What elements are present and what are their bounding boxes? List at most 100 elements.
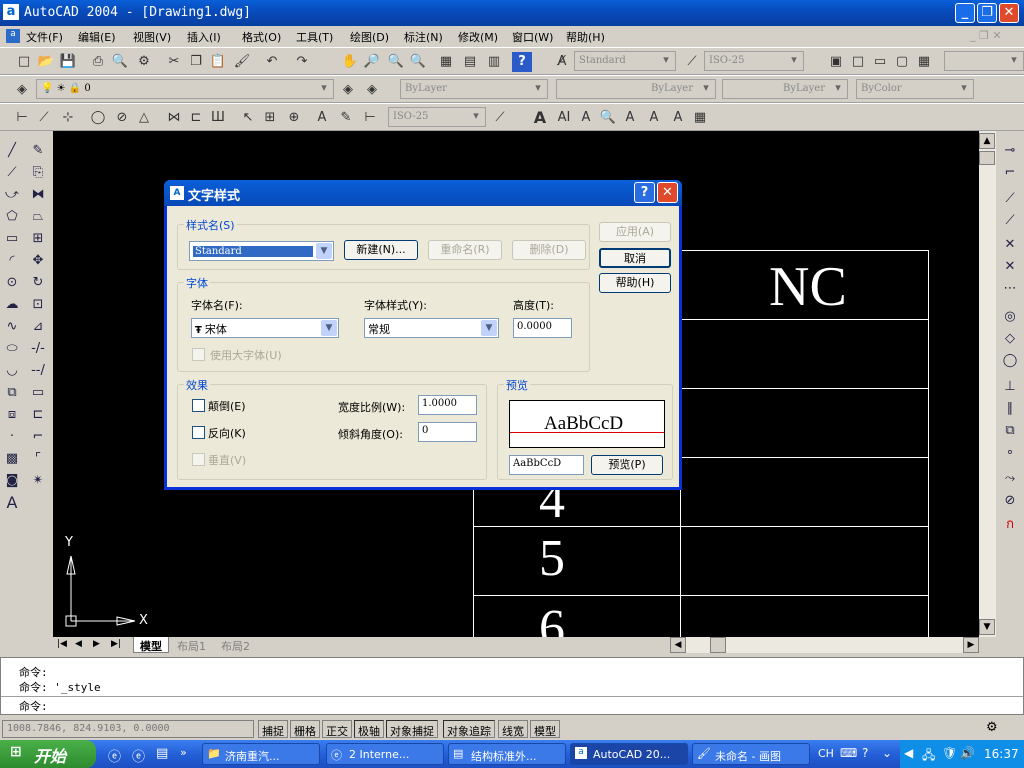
single-line-text-icon[interactable]: AI <box>554 108 574 128</box>
new-style-button[interactable]: 新建(N)... <box>344 240 418 260</box>
bigfont-checkbox[interactable] <box>192 348 205 361</box>
apply-button[interactable]: 应用(A) <box>599 222 671 242</box>
linetype-combo[interactable]: ByLayer <box>556 79 716 99</box>
copy-icon[interactable]: ❐ <box>186 52 206 72</box>
command-window[interactable]: 命令: 命令: '_style 命令: <box>0 657 1024 715</box>
security-shield-icon[interactable]: 🛡 <box>942 746 957 760</box>
explode-icon[interactable]: ✴ <box>28 471 48 491</box>
quick-dim-icon[interactable]: ⋈ <box>164 108 184 128</box>
scroll-thumb[interactable] <box>979 151 995 165</box>
close-button[interactable]: ✕ <box>999 3 1019 23</box>
make-current-layer-icon[interactable]: ◈ <box>338 80 358 100</box>
polygon-viewport-icon[interactable]: ▭ <box>870 52 890 72</box>
help-icon[interactable]: ? <box>512 52 532 72</box>
trim-icon[interactable]: -/- <box>28 339 48 359</box>
temp-track-icon[interactable]: ⊸ <box>1000 141 1020 161</box>
leader-icon[interactable]: ↖ <box>238 108 258 128</box>
restore-button[interactable]: ❐ <box>977 3 997 23</box>
tab-first-icon[interactable]: |◀ <box>57 639 67 649</box>
print-icon[interactable]: ⎙ <box>88 52 108 72</box>
dim-style-manager-icon[interactable]: ⟋ <box>490 108 510 128</box>
find-text-icon[interactable]: 🔍 <box>598 108 618 128</box>
tray-expand-icon[interactable]: ◀ <box>904 746 913 760</box>
color-combo[interactable]: ByLayer <box>400 79 548 99</box>
rename-style-button[interactable]: 重命名(R) <box>428 240 502 260</box>
task-folder[interactable]: 📁 济南重汽... <box>202 743 320 765</box>
stretch-icon[interactable]: ⊿ <box>28 317 48 337</box>
diameter-dim-icon[interactable]: ⊘ <box>112 108 132 128</box>
open-icon[interactable]: 📂 <box>36 52 56 72</box>
fillet-icon[interactable]: ⌜ <box>28 449 48 469</box>
scroll-up-icon[interactable]: ▲ <box>979 133 995 149</box>
menu-view[interactable]: 视图(V) <box>133 29 171 45</box>
snap-none-icon[interactable]: ⊘ <box>1000 491 1020 511</box>
convert-distance-icon[interactable]: ▦ <box>690 108 710 128</box>
help-tray-icon[interactable]: ? <box>862 746 868 760</box>
aligned-dim-icon[interactable]: ⟋ <box>34 108 54 128</box>
backwards-checkbox[interactable] <box>192 426 205 439</box>
clip-viewport-icon[interactable]: ▢ <box>892 52 912 72</box>
dialog-help-icon[interactable]: ? <box>634 182 655 203</box>
desktop-quicklaunch-icon[interactable]: ▤ <box>156 746 168 761</box>
center-mark-icon[interactable]: ⊕ <box>284 108 304 128</box>
zoom-window-icon[interactable]: 🔍 <box>386 52 406 72</box>
lineweight-combo[interactable]: ByLayer <box>722 79 848 99</box>
rectangle-icon[interactable]: ▭ <box>2 229 22 249</box>
ie-quicklaunch-icon[interactable]: ⓔ <box>108 746 121 765</box>
vertical-scrollbar[interactable]: ▲ ▼ <box>979 131 996 637</box>
tab-model[interactable]: 模型 <box>133 637 169 653</box>
menu-format[interactable]: 格式(O) <box>242 29 281 45</box>
text-style-combo[interactable]: Standard <box>574 51 676 71</box>
snap-quadrant-icon[interactable]: ◇ <box>1000 329 1020 349</box>
polyline-icon[interactable]: ⤻ <box>2 185 22 205</box>
height-input[interactable]: 0.0000 <box>513 318 572 338</box>
task-document[interactable]: ▤ 结构标准外... <box>448 743 566 765</box>
osnap-toggle[interactable]: 对象捕捉 <box>386 720 438 738</box>
delete-style-button[interactable]: 删除(D) <box>512 240 586 260</box>
dim-style-combo[interactable]: ISO-25 <box>704 51 804 71</box>
menu-draw[interactable]: 绘图(D) <box>350 29 389 45</box>
multiline-text-icon[interactable]: A <box>530 108 550 128</box>
preview-icon[interactable]: 🔍 <box>110 52 130 72</box>
task-paint[interactable]: 🖌 未命名 - 画图 <box>692 743 810 765</box>
menu-window[interactable]: 窗口(W) <box>512 29 553 45</box>
snap-nearest-icon[interactable]: ⤳ <box>1000 469 1020 489</box>
layer-combo[interactable]: 💡 ☀ 🔒 0 <box>36 79 334 99</box>
array-icon[interactable]: ⊞ <box>28 229 48 249</box>
scroll-down-icon[interactable]: ▼ <box>979 619 995 635</box>
layer-manager-icon[interactable]: ◈ <box>12 80 32 100</box>
doc-minimize-icon[interactable]: _ ❐ ✕ <box>970 29 1002 42</box>
baseline-dim-icon[interactable]: ⊏ <box>186 108 206 128</box>
scale-icon[interactable]: ⊡ <box>28 295 48 315</box>
undo-icon[interactable]: ↶ <box>262 52 282 72</box>
osnap-settings-icon[interactable]: ก <box>1000 515 1020 535</box>
preview-button[interactable]: 预览(P) <box>591 455 663 475</box>
tab-layout2[interactable]: 布局2 <box>215 637 256 653</box>
continue-dim-icon[interactable]: Ш <box>208 108 228 128</box>
font-name-combo[interactable]: Ŧ 宋体 ▼ <box>191 318 339 338</box>
point-icon[interactable]: · <box>2 427 22 447</box>
polar-toggle[interactable]: 极轴 <box>354 720 384 738</box>
line-icon[interactable]: ╱ <box>2 141 22 161</box>
justify-text-icon[interactable]: A <box>668 108 688 128</box>
chamfer-icon[interactable]: ⌐ <box>28 427 48 447</box>
cancel-button[interactable]: 取消 <box>599 248 671 268</box>
snap-insert-icon[interactable]: ⧉ <box>1000 421 1020 441</box>
break-at-point-icon[interactable]: ⊏ <box>28 405 48 425</box>
save-icon[interactable]: 💾 <box>58 52 78 72</box>
mtext-icon[interactable]: A <box>2 493 22 513</box>
break-icon[interactable]: ▭ <box>28 383 48 403</box>
snap-intersection-icon[interactable]: ✕ <box>1000 235 1020 255</box>
vertical-checkbox[interactable] <box>192 453 205 466</box>
network-icon[interactable]: 🖧 <box>922 746 935 767</box>
clock[interactable]: 16:37 <box>984 747 1019 761</box>
ortho-toggle[interactable]: 正交 <box>322 720 352 738</box>
polygon-icon[interactable]: ⬠ <box>2 207 22 227</box>
snap-extension-icon[interactable]: ⋯ <box>1000 279 1020 299</box>
angular-dim-icon[interactable]: △ <box>134 108 154 128</box>
task-ie[interactable]: ⓔ 2 Interne... <box>326 743 444 765</box>
horizontal-scrollbar[interactable]: ◀ ▶ <box>670 637 979 653</box>
tool-palettes-icon[interactable]: ▥ <box>484 52 504 72</box>
otrack-toggle[interactable]: 对象追踪 <box>443 720 495 738</box>
snap-midpoint-icon[interactable]: ⟋ <box>1000 211 1020 231</box>
